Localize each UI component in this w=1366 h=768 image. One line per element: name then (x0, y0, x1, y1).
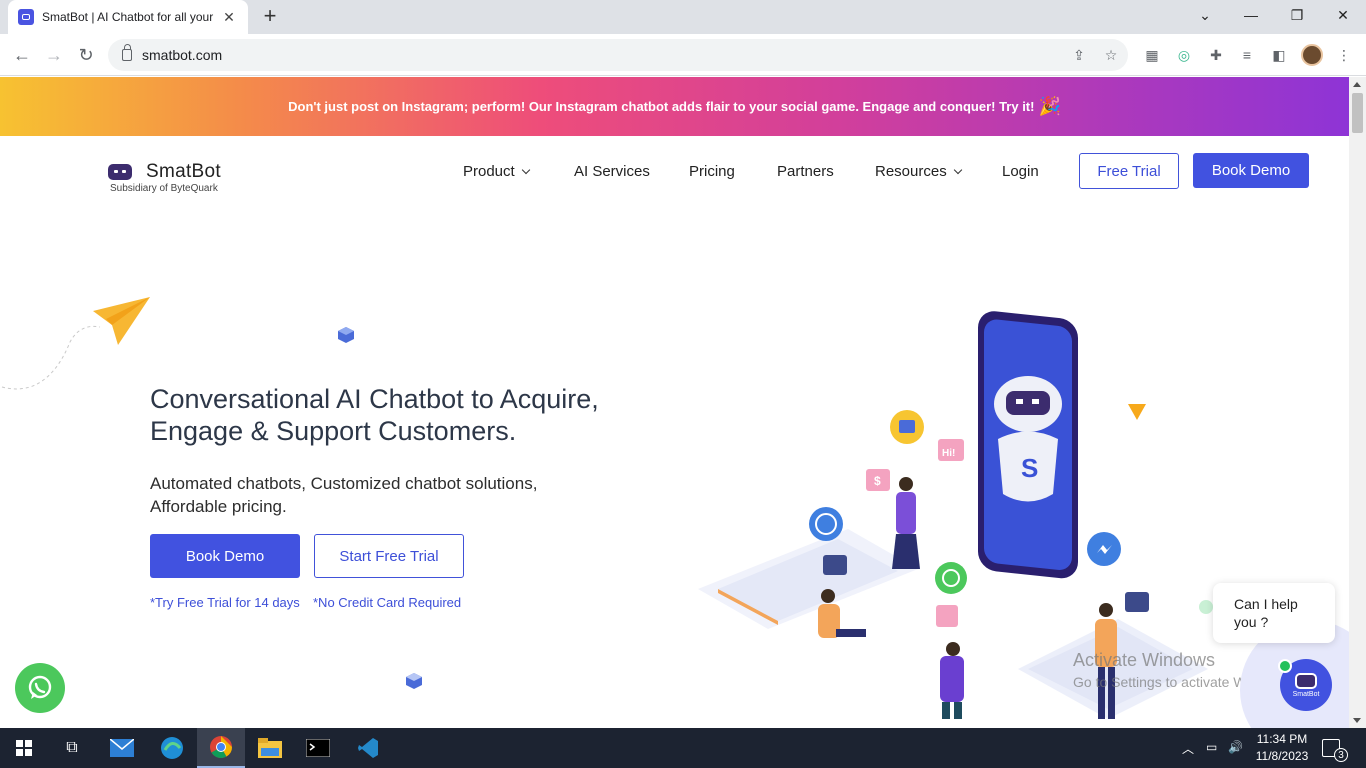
whatsapp-button[interactable] (15, 663, 65, 713)
nav-partners-label: Partners (777, 162, 834, 180)
profile-avatar[interactable] (1301, 44, 1323, 66)
promo-banner[interactable]: Don't just post on Instagram; perform! O… (0, 77, 1349, 136)
restore-icon[interactable]: ❐ (1274, 0, 1320, 30)
edge-browser-icon[interactable] (148, 728, 196, 768)
browser-toolbar: ← → ↻ smatbot.com ⇪ ☆ ▦ ◎ ✚ ≡ ◧ ⋮ (0, 34, 1366, 76)
tab-close-icon[interactable]: ✕ (220, 9, 238, 26)
bot-letter: S (1021, 453, 1038, 483)
chrome-logo-icon (210, 736, 232, 758)
nav-resources-label: Resources (875, 162, 947, 180)
logo-subtitle: Subsidiary of ByteQuark (110, 183, 218, 194)
extensions-puzzle-icon[interactable]: ✚ (1206, 45, 1226, 65)
hero-start-trial-button[interactable]: Start Free Trial (314, 534, 464, 578)
url-text: smatbot.com (142, 47, 223, 63)
page-viewport: Don't just post on Instagram; perform! O… (0, 77, 1366, 728)
nav-login-label: Login (1002, 162, 1039, 180)
chat-prompt-line1: Can I help (1234, 596, 1298, 612)
nav-ai-services[interactable]: AI Services (574, 161, 650, 181)
logo-name: SmatBot (146, 161, 221, 182)
minimize-icon[interactable]: — (1228, 0, 1274, 30)
site-logo[interactable]: SmatBot (108, 161, 221, 183)
chevron-down-icon (953, 165, 962, 174)
browser-tab[interactable]: SmatBot | AI Chatbot for all your ✕ (8, 0, 248, 34)
chat-prompt-bubble[interactable]: Can I help you ? (1213, 583, 1335, 643)
close-window-icon[interactable]: ✕ (1320, 0, 1366, 30)
media-control-icon[interactable]: ≡ (1237, 45, 1257, 65)
share-icon[interactable]: ⇪ (1069, 45, 1089, 65)
whatsapp-icon (28, 675, 52, 699)
tray-overflow-chevron-icon[interactable]: ︿ (1182, 740, 1194, 757)
nav-pricing-label: Pricing (689, 162, 735, 180)
nav-pricing[interactable]: Pricing (689, 161, 735, 181)
no-card-note: *No Credit Card Required (313, 595, 462, 610)
header-free-trial-button[interactable]: Free Trial (1079, 153, 1179, 189)
reload-icon[interactable]: ↻ (73, 42, 99, 68)
page-scrollbar[interactable] (1349, 77, 1366, 728)
hero-title: Conversational AI Chatbot to Acquire, En… (150, 384, 599, 446)
folder-icon (258, 738, 282, 758)
tab-search-icon[interactable]: ⌄ (1182, 0, 1228, 30)
nav-product[interactable]: Product (463, 161, 530, 181)
nav-product-label: Product (463, 162, 515, 180)
windows-taskbar: ⧉ ︿ ▭ 🔊 11:34 PM 11/8/2023 3 (0, 728, 1366, 768)
smatbot-logo-icon (108, 164, 132, 180)
site-header: SmatBot Subsidiary of ByteQuark Product … (0, 136, 1349, 206)
clock-date: 11/8/2023 (1255, 749, 1309, 763)
bookmark-star-icon[interactable]: ☆ (1101, 45, 1121, 65)
cube-decoration-icon (338, 327, 354, 343)
forward-icon[interactable]: → (41, 42, 67, 68)
back-icon[interactable]: ← (9, 42, 35, 68)
address-bar[interactable]: smatbot.com (108, 39, 1128, 71)
hi-bubble-text: Hi! (942, 448, 955, 459)
tab-title: SmatBot | AI Chatbot for all your (42, 10, 214, 24)
chat-prompt-line2: you ? (1234, 614, 1269, 630)
qr-extension-icon[interactable]: ▦ (1142, 45, 1162, 65)
new-tab-button[interactable]: + (258, 5, 282, 29)
hero-book-demo-button[interactable]: Book Demo (150, 534, 300, 578)
party-popper-icon: 🎉 (1038, 96, 1061, 116)
nav-partners[interactable]: Partners (777, 161, 834, 181)
nav-login[interactable]: Login (1002, 161, 1039, 181)
notification-count-badge: 3 (1334, 748, 1348, 762)
vscode-logo-icon (358, 738, 378, 758)
paper-plane-decoration-icon (1, 297, 150, 390)
scrollbar-thumb[interactable] (1352, 93, 1363, 133)
trial-note: *Try Free Trial for 14 days (150, 595, 300, 610)
online-status-dot (1278, 659, 1292, 673)
edge-logo-icon (161, 737, 183, 759)
robot-face-icon (1295, 672, 1317, 689)
mail-icon[interactable] (98, 728, 146, 768)
battery-icon[interactable]: ▭ (1206, 740, 1217, 754)
mail-envelope-icon (110, 739, 134, 757)
scroll-up-arrow-icon[interactable] (1353, 82, 1361, 87)
file-explorer-icon[interactable] (246, 728, 294, 768)
system-clock[interactable]: 11:34 PM 11/8/2023 (1252, 731, 1312, 765)
side-panel-icon[interactable]: ◧ (1269, 45, 1289, 65)
nav-resources[interactable]: Resources (875, 161, 962, 181)
extension-ring-icon[interactable]: ◎ (1174, 45, 1194, 65)
chatbot-launcher-label: SmatBot (1292, 690, 1320, 698)
terminal-icon[interactable] (294, 728, 342, 768)
dollar-bubble-text: $ (874, 474, 881, 488)
header-book-demo-button[interactable]: Book Demo (1193, 153, 1309, 188)
windows-logo-icon (16, 740, 32, 756)
command-prompt-icon (306, 739, 330, 757)
hero-subtitle: Automated chatbots, Customized chatbot s… (150, 474, 538, 516)
volume-icon[interactable]: 🔊 (1228, 740, 1243, 754)
lock-icon (122, 44, 132, 61)
cube-decoration-icon (406, 673, 422, 689)
browser-menu-icon[interactable]: ⋮ (1334, 45, 1354, 65)
promo-banner-text: Don't just post on Instagram; perform! O… (288, 99, 1035, 114)
smatbot-favicon-icon (18, 9, 34, 25)
browser-tab-strip: SmatBot | AI Chatbot for all your ✕ + ⌄ … (0, 0, 1366, 34)
windows-start-icon[interactable] (0, 728, 48, 768)
clock-time: 11:34 PM (1256, 732, 1308, 746)
nav-ai-services-label: AI Services (574, 162, 650, 180)
vscode-icon[interactable] (344, 728, 392, 768)
task-view-icon[interactable]: ⧉ (48, 728, 96, 768)
scroll-down-arrow-icon[interactable] (1353, 718, 1361, 723)
chevron-down-icon (521, 165, 530, 174)
chrome-browser-icon[interactable] (197, 728, 245, 768)
